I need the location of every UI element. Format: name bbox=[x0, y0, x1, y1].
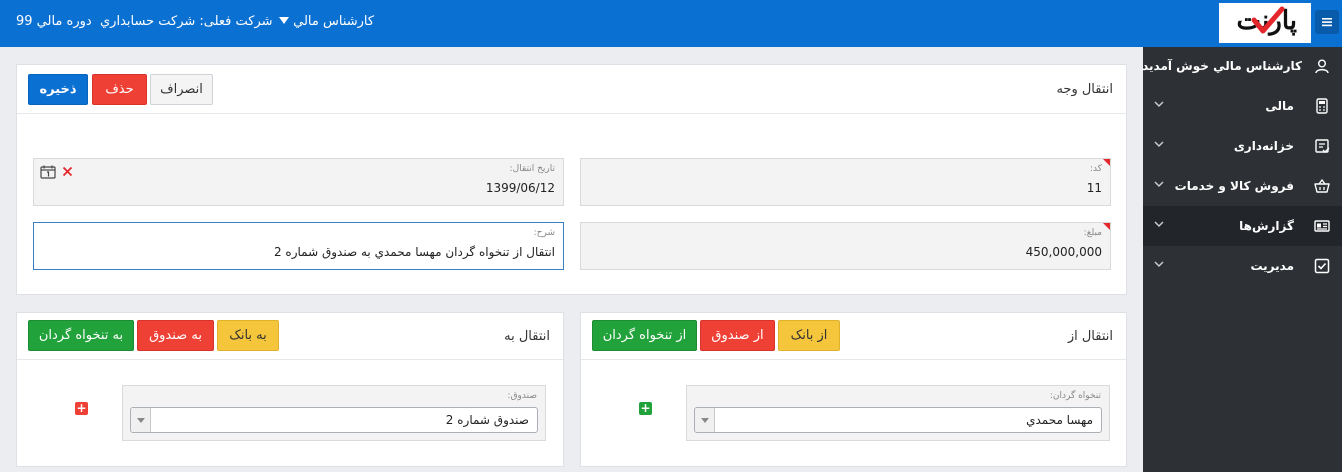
sidebar-item-sales[interactable]: فروش کالا و خدمات bbox=[1143, 166, 1342, 206]
page-title: انتقال وجه bbox=[1056, 82, 1113, 97]
sidebar-item-label: گزارش‌ها bbox=[1239, 219, 1294, 233]
clear-icon[interactable] bbox=[62, 166, 73, 177]
cash-box-selected: صندوق شماره 2 bbox=[445, 413, 529, 427]
welcome-text: کارشناس مالي خوش آمديد bbox=[1142, 59, 1302, 73]
transfer-date-field[interactable]: تاریخ انتقال: 1399/06/12 bbox=[33, 158, 564, 206]
save-button[interactable]: ذخيره bbox=[28, 74, 88, 105]
add-icon[interactable]: + bbox=[75, 402, 88, 415]
from-bank-button[interactable]: از بانک bbox=[778, 320, 840, 351]
to-bank-button[interactable]: به بانک bbox=[217, 320, 279, 351]
petty-cash-field[interactable]: تنخواه گردان: مهسا محمدي bbox=[686, 385, 1110, 441]
from-petty-cash-button[interactable]: از تنخواه گردان bbox=[592, 320, 697, 351]
sidebar-item-label: مدیریت bbox=[1250, 259, 1294, 273]
sidebar-item-label: فروش کالا و خدمات bbox=[1174, 179, 1294, 193]
chevron-down-icon bbox=[1154, 221, 1164, 228]
sidebar: کارشناس مالي خوش آمديد مالی خزانه‌داری ف… bbox=[1142, 47, 1342, 472]
user-menu-label: کارشناس مالي bbox=[293, 14, 375, 29]
cancel-button[interactable]: انصراف bbox=[150, 74, 213, 105]
transfer-from-title: انتقال از bbox=[1067, 329, 1113, 344]
description-field[interactable]: شرح: انتقال از تنخواه گردان مهسا محمدي ب… bbox=[33, 222, 564, 270]
receipt-icon bbox=[1315, 139, 1330, 153]
fiscal-period[interactable]: دوره مالي 99 bbox=[16, 14, 92, 29]
chevron-down-icon bbox=[1154, 101, 1164, 108]
hamburger-icon bbox=[1322, 18, 1332, 27]
add-icon[interactable]: + bbox=[639, 402, 652, 415]
sidebar-item-treasury[interactable]: خزانه‌داری bbox=[1143, 126, 1342, 166]
chevron-down-icon bbox=[1154, 261, 1164, 268]
amount-value: 450,000,000 bbox=[1025, 245, 1102, 259]
current-company[interactable]: شرکت فعلی: شرکت حسابداري bbox=[100, 14, 273, 29]
transfer-date-label: تاریخ انتقال: bbox=[509, 164, 555, 174]
chevron-down-icon bbox=[1154, 141, 1164, 148]
user-menu[interactable]: کارشناس مالي bbox=[275, 14, 374, 29]
code-field[interactable]: کد: 11 bbox=[580, 158, 1111, 206]
divider bbox=[581, 359, 1126, 360]
cash-box-select[interactable]: صندوق شماره 2 bbox=[130, 407, 538, 433]
transfer-from-panel: انتقال از از بانک از صندوق از تنخواه گرد… bbox=[580, 312, 1127, 467]
calculator-icon bbox=[1316, 98, 1328, 114]
logo[interactable]: پارنت bbox=[1219, 3, 1311, 43]
cash-box-field[interactable]: صندوق: صندوق شماره 2 bbox=[122, 385, 546, 441]
transfer-form-panel: انتقال وجه ذخيره حذف انصراف کد: 11 تاریخ… bbox=[16, 64, 1127, 295]
dropdown-arrow-icon[interactable] bbox=[695, 408, 715, 432]
dropdown-arrow-icon[interactable] bbox=[131, 408, 151, 432]
to-petty-cash-button[interactable]: به تنخواه گردان bbox=[28, 320, 134, 351]
description-label: شرح: bbox=[533, 228, 555, 238]
sidebar-item-reports[interactable]: گزارش‌ها bbox=[1143, 206, 1342, 246]
required-marker bbox=[1103, 223, 1110, 230]
petty-cash-select[interactable]: مهسا محمدي bbox=[694, 407, 1102, 433]
amount-label: مبلغ: bbox=[1083, 228, 1102, 238]
chevron-down-icon bbox=[1154, 181, 1164, 188]
sidebar-item-management[interactable]: مدیریت bbox=[1143, 246, 1342, 286]
caret-down-icon bbox=[279, 17, 289, 24]
from-cash-button[interactable]: از صندوق bbox=[700, 320, 775, 351]
transfer-date-value: 1399/06/12 bbox=[485, 181, 555, 195]
required-marker bbox=[1103, 159, 1110, 166]
user-icon bbox=[1315, 59, 1329, 74]
checkbox-icon bbox=[1314, 258, 1330, 274]
calendar-icon[interactable] bbox=[40, 165, 56, 179]
divider bbox=[17, 113, 1126, 114]
top-navbar: دوره مالي 99 شرکت فعلی: شرکت حسابداري کا… bbox=[0, 0, 1342, 47]
code-value: 11 bbox=[1086, 181, 1102, 195]
amount-field[interactable]: مبلغ: 450,000,000 bbox=[580, 222, 1111, 270]
basket-icon bbox=[1314, 178, 1330, 193]
transfer-to-title: انتقال به bbox=[504, 329, 550, 344]
sidebar-user-welcome: کارشناس مالي خوش آمديد bbox=[1142, 55, 1342, 79]
sidebar-item-label: مالی bbox=[1265, 99, 1294, 113]
code-label: کد: bbox=[1089, 164, 1102, 174]
petty-cash-selected: مهسا محمدي bbox=[1026, 413, 1093, 427]
divider bbox=[17, 359, 563, 360]
delete-button[interactable]: حذف bbox=[92, 74, 147, 105]
logo-check-icon bbox=[1251, 6, 1285, 34]
description-value: انتقال از تنخواه گردان مهسا محمدي به صند… bbox=[273, 245, 555, 259]
transfer-to-panel: انتقال به به بانک به صندوق به تنخواه گرد… bbox=[16, 312, 564, 467]
to-cash-button[interactable]: به صندوق bbox=[137, 320, 214, 351]
cash-box-label: صندوق: bbox=[507, 391, 537, 401]
sidebar-item-finance[interactable]: مالی bbox=[1143, 86, 1342, 126]
sidebar-item-label: خزانه‌داری bbox=[1233, 139, 1294, 153]
sidebar-toggle-button[interactable] bbox=[1315, 10, 1339, 34]
petty-cash-label: تنخواه گردان: bbox=[1049, 391, 1101, 401]
report-icon bbox=[1314, 220, 1330, 232]
